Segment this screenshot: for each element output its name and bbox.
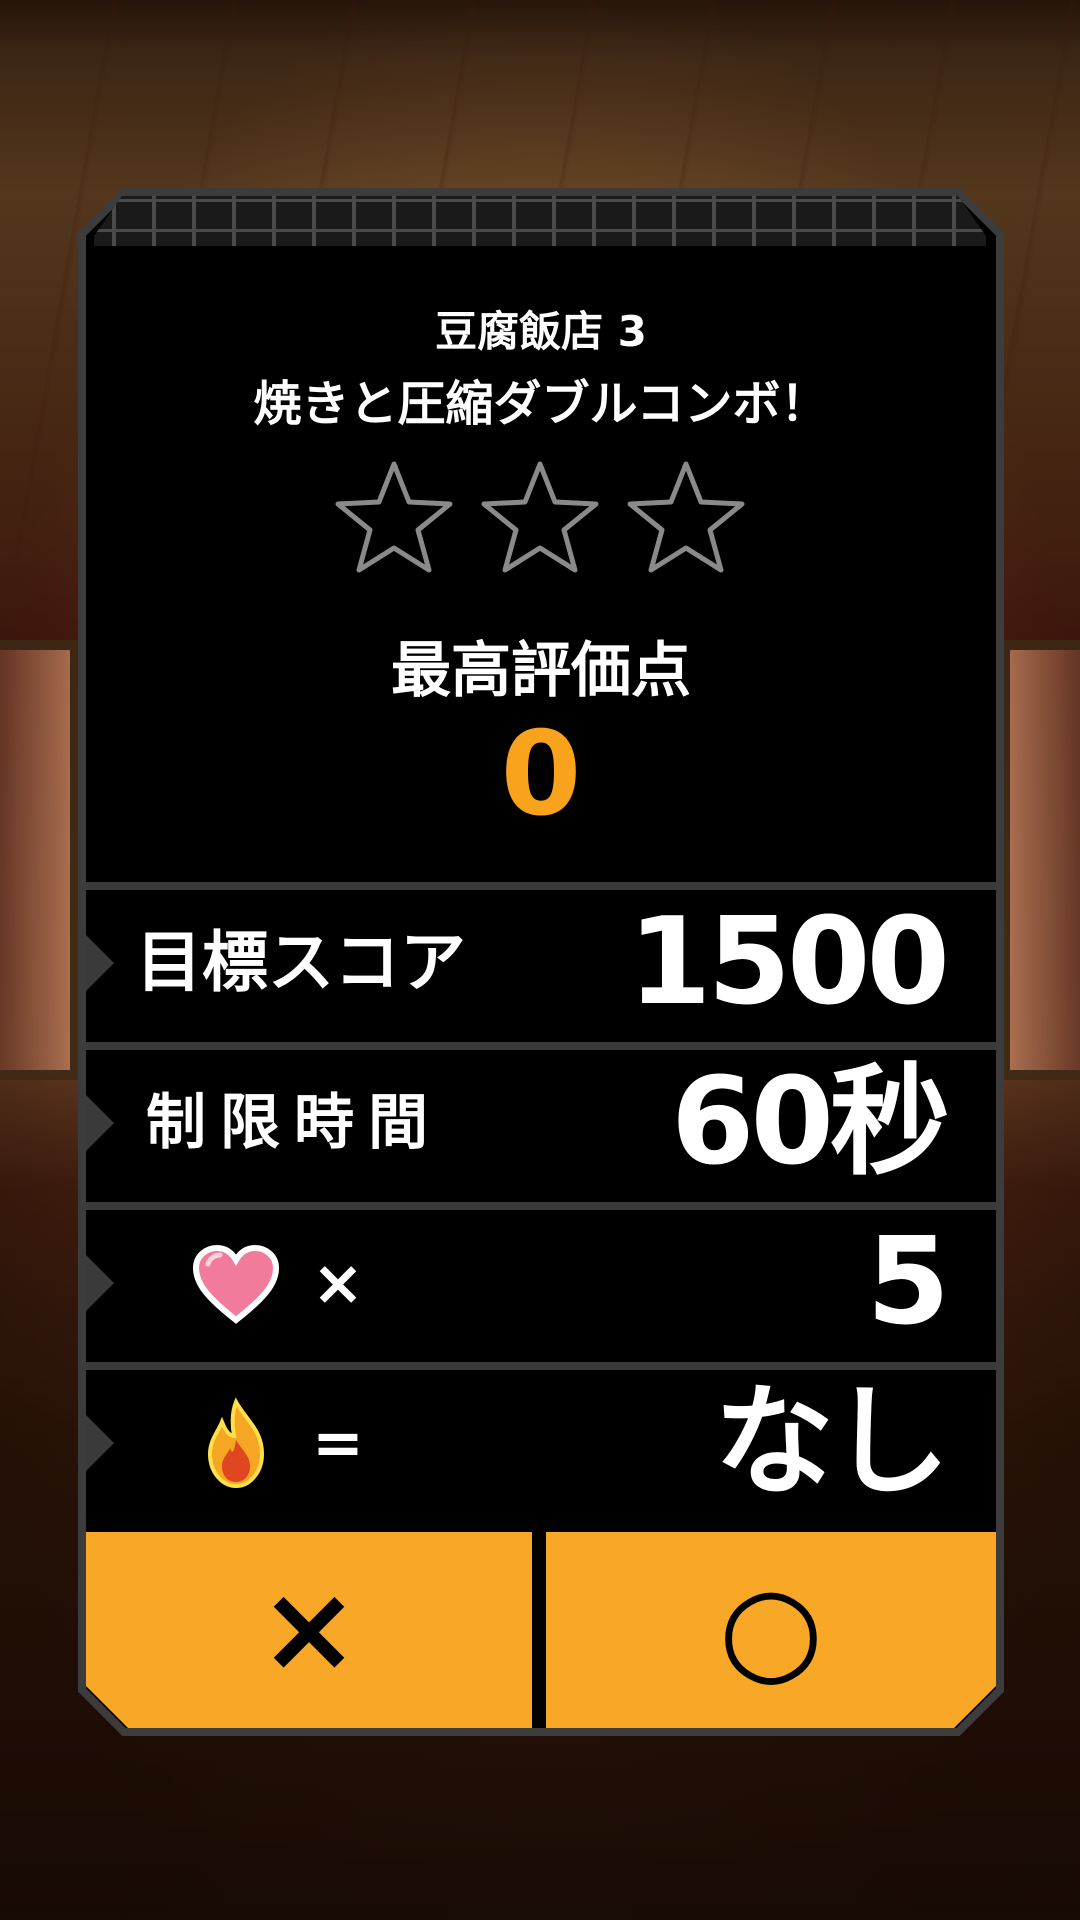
confirm-button[interactable]: ○ — [546, 1532, 996, 1728]
fire-icon — [207, 1397, 265, 1489]
dialog-buttons: × ○ — [86, 1532, 996, 1728]
heart-icon — [192, 1244, 280, 1324]
stage-subtitle: 焼きと圧縮ダブルコンボ！ — [253, 376, 829, 432]
close-icon: × — [258, 1560, 360, 1699]
background-right-wall-panel — [1000, 640, 1080, 1080]
star-icon — [481, 461, 599, 573]
star-icon — [335, 461, 453, 573]
time-limit-value: 60秒 — [671, 1053, 950, 1192]
decorative-pattern-band — [94, 196, 986, 246]
lives-value: 5 — [866, 1213, 950, 1352]
cancel-button[interactable]: × — [86, 1532, 532, 1728]
time-limit-label: 制限時間 — [146, 1088, 442, 1158]
fire-value: なし — [714, 1373, 950, 1512]
target-score-row: 目標スコア 1500 — [86, 882, 996, 1036]
star-rating — [330, 458, 750, 578]
lives-operator: × — [312, 1246, 364, 1319]
best-score-label: 最高評価点 — [391, 636, 691, 706]
stage-title: 豆腐飯店 3 — [435, 307, 647, 356]
best-score-value: 0 — [500, 707, 582, 842]
fire-operator: = — [312, 1406, 364, 1479]
target-score-label: 目標スコア — [136, 924, 466, 1001]
chevron-right-icon — [86, 1415, 114, 1471]
chevron-right-icon — [86, 1255, 114, 1311]
time-limit-row: 制限時間 60秒 — [86, 1042, 996, 1196]
lives-row: × 5 — [86, 1202, 996, 1356]
background-left-wall-panel — [0, 640, 80, 1080]
star-icon — [627, 461, 745, 573]
chevron-right-icon — [86, 1095, 114, 1151]
target-score-value: 1500 — [628, 893, 950, 1032]
fire-row: = なし — [86, 1362, 996, 1516]
chevron-right-icon — [86, 935, 114, 991]
circle-icon: ○ — [718, 1560, 824, 1699]
